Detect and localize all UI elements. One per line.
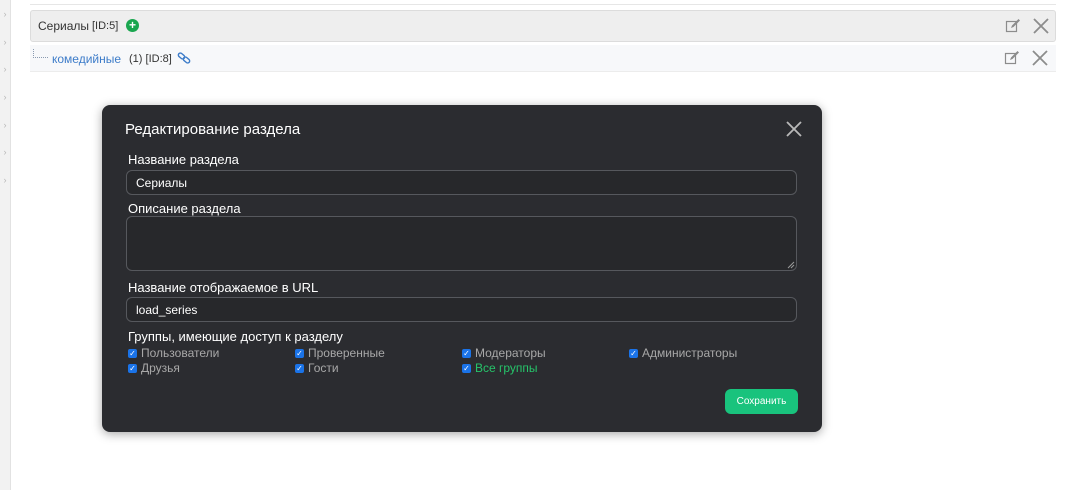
- add-subcategory-icon[interactable]: +: [126, 19, 139, 32]
- close-icon[interactable]: [784, 119, 804, 139]
- section-description-textarea[interactable]: [126, 216, 797, 271]
- checkbox-users[interactable]: ✓: [128, 347, 140, 359]
- section-name-label: Название раздела: [128, 152, 239, 167]
- subcategory-count: (1) [ID:8]: [129, 53, 172, 65]
- checkmark-icon: ✓: [295, 348, 304, 358]
- chevron-right-icon: ›: [3, 37, 7, 47]
- chevron-right-icon: ›: [3, 92, 7, 102]
- checkmark-icon: ✓: [128, 363, 137, 373]
- chevron-right-icon: ›: [3, 175, 7, 185]
- checkbox-administrators[interactable]: ✓: [629, 347, 641, 359]
- checkmark-icon: ✓: [629, 348, 638, 358]
- category-id: [ID:5]: [92, 20, 119, 32]
- checkbox-verified[interactable]: ✓: [295, 347, 307, 359]
- partial-row-top: [30, 0, 1056, 5]
- delete-icon[interactable]: [1031, 49, 1049, 67]
- checkbox-label-all-groups: Все группы: [475, 361, 538, 375]
- chevron-right-icon: ›: [3, 147, 7, 157]
- chevron-right-icon: ›: [3, 9, 7, 19]
- left-gutter: › › › › › › ›: [0, 0, 11, 490]
- modal-title: Редактирование раздела: [125, 121, 301, 138]
- checkbox-label: Администраторы: [642, 346, 738, 360]
- checkmark-icon: ✓: [462, 348, 471, 358]
- checkbox-label: Гости: [308, 361, 339, 375]
- checkbox-all-groups[interactable]: ✓: [462, 362, 474, 374]
- save-button[interactable]: Сохранить: [725, 389, 798, 414]
- tree-connector: [33, 49, 48, 58]
- checkbox-label: Друзья: [141, 361, 180, 375]
- category-row-comedy[interactable]: комедийные (1) [ID:8]: [30, 45, 1056, 72]
- edit-section-modal: Редактирование раздела Название раздела …: [102, 105, 822, 432]
- delete-icon[interactable]: [1032, 17, 1050, 35]
- section-name-input[interactable]: [126, 170, 797, 195]
- chevron-right-icon: ›: [3, 64, 7, 74]
- resize-grip-icon[interactable]: [787, 261, 795, 269]
- checkbox-guests[interactable]: ✓: [295, 362, 307, 374]
- checkmark-icon: ✓: [462, 363, 471, 373]
- link-icon[interactable]: [177, 51, 191, 65]
- checkbox-label: Модераторы: [475, 346, 546, 360]
- checkbox-label: Пользователи: [141, 346, 220, 360]
- checkmark-icon: ✓: [295, 363, 304, 373]
- edit-icon[interactable]: [1004, 50, 1020, 66]
- subcategory-link[interactable]: комедийные: [52, 52, 121, 66]
- category-row-series[interactable]: Сериалы [ID:5] +: [30, 10, 1056, 42]
- checkbox-moderators[interactable]: ✓: [462, 347, 474, 359]
- category-title: Сериалы: [38, 19, 90, 33]
- groups-access-label: Группы, имеющие доступ к разделу: [128, 329, 343, 344]
- chevron-right-icon: ›: [3, 120, 7, 130]
- section-description-label: Описание раздела: [128, 201, 241, 216]
- checkbox-friends[interactable]: ✓: [128, 362, 140, 374]
- section-url-label: Название отображаемое в URL: [128, 280, 319, 295]
- checkbox-label: Проверенные: [308, 346, 385, 360]
- edit-icon[interactable]: [1005, 18, 1021, 34]
- section-url-input[interactable]: [126, 297, 797, 322]
- checkmark-icon: ✓: [128, 348, 137, 358]
